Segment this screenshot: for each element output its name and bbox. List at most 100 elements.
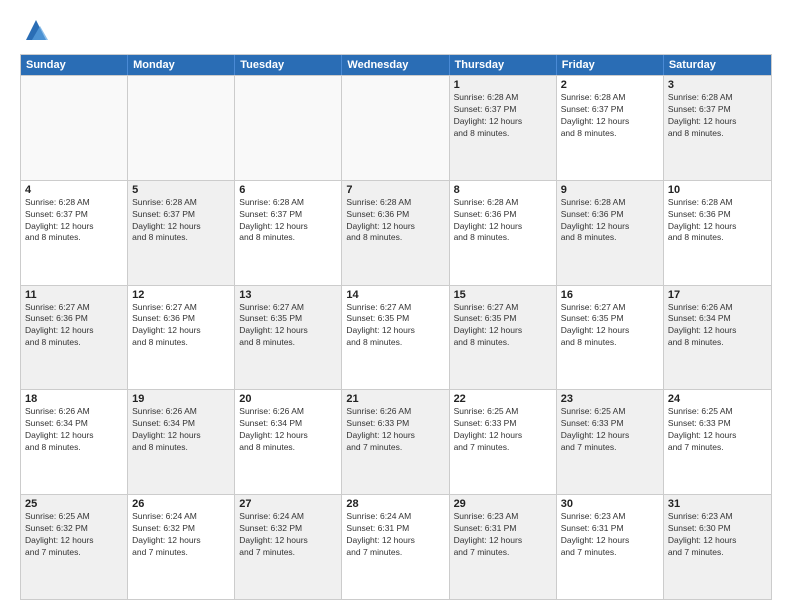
day-info-23: Sunrise: 6:25 AMSunset: 6:33 PMDaylight:… [561,406,659,454]
day-info-1: Sunrise: 6:28 AMSunset: 6:37 PMDaylight:… [454,92,552,140]
day-info-12: Sunrise: 6:27 AMSunset: 6:36 PMDaylight:… [132,302,230,350]
day-number-7: 7 [346,184,444,196]
day-cell-2: 2Sunrise: 6:28 AMSunset: 6:37 PMDaylight… [557,76,664,180]
day-number-29: 29 [454,498,552,510]
day-info-22: Sunrise: 6:25 AMSunset: 6:33 PMDaylight:… [454,406,552,454]
day-cell-9: 9Sunrise: 6:28 AMSunset: 6:36 PMDaylight… [557,181,664,285]
day-number-21: 21 [346,393,444,405]
logo-text [20,16,50,44]
day-info-16: Sunrise: 6:27 AMSunset: 6:35 PMDaylight:… [561,302,659,350]
header-thursday: Thursday [450,55,557,75]
day-number-8: 8 [454,184,552,196]
day-info-10: Sunrise: 6:28 AMSunset: 6:36 PMDaylight:… [668,197,767,245]
day-cell-27: 27Sunrise: 6:24 AMSunset: 6:32 PMDayligh… [235,495,342,599]
header-tuesday: Tuesday [235,55,342,75]
day-info-31: Sunrise: 6:23 AMSunset: 6:30 PMDaylight:… [668,511,767,559]
day-number-31: 31 [668,498,767,510]
day-cell-10: 10Sunrise: 6:28 AMSunset: 6:36 PMDayligh… [664,181,771,285]
day-cell-13: 13Sunrise: 6:27 AMSunset: 6:35 PMDayligh… [235,286,342,390]
calendar: Sunday Monday Tuesday Wednesday Thursday… [20,54,772,600]
week-row-3: 11Sunrise: 6:27 AMSunset: 6:36 PMDayligh… [21,285,771,390]
day-info-26: Sunrise: 6:24 AMSunset: 6:32 PMDaylight:… [132,511,230,559]
day-info-27: Sunrise: 6:24 AMSunset: 6:32 PMDaylight:… [239,511,337,559]
empty-cell [342,76,449,180]
day-info-21: Sunrise: 6:26 AMSunset: 6:33 PMDaylight:… [346,406,444,454]
header-saturday: Saturday [664,55,771,75]
day-cell-5: 5Sunrise: 6:28 AMSunset: 6:37 PMDaylight… [128,181,235,285]
day-info-30: Sunrise: 6:23 AMSunset: 6:31 PMDaylight:… [561,511,659,559]
day-number-14: 14 [346,289,444,301]
day-cell-12: 12Sunrise: 6:27 AMSunset: 6:36 PMDayligh… [128,286,235,390]
day-cell-4: 4Sunrise: 6:28 AMSunset: 6:37 PMDaylight… [21,181,128,285]
day-cell-1: 1Sunrise: 6:28 AMSunset: 6:37 PMDaylight… [450,76,557,180]
day-info-18: Sunrise: 6:26 AMSunset: 6:34 PMDaylight:… [25,406,123,454]
day-info-19: Sunrise: 6:26 AMSunset: 6:34 PMDaylight:… [132,406,230,454]
day-info-13: Sunrise: 6:27 AMSunset: 6:35 PMDaylight:… [239,302,337,350]
day-number-19: 19 [132,393,230,405]
day-info-6: Sunrise: 6:28 AMSunset: 6:37 PMDaylight:… [239,197,337,245]
day-number-23: 23 [561,393,659,405]
calendar-body: 1Sunrise: 6:28 AMSunset: 6:37 PMDaylight… [21,75,771,599]
day-cell-6: 6Sunrise: 6:28 AMSunset: 6:37 PMDaylight… [235,181,342,285]
day-cell-29: 29Sunrise: 6:23 AMSunset: 6:31 PMDayligh… [450,495,557,599]
day-number-13: 13 [239,289,337,301]
day-cell-31: 31Sunrise: 6:23 AMSunset: 6:30 PMDayligh… [664,495,771,599]
day-info-14: Sunrise: 6:27 AMSunset: 6:35 PMDaylight:… [346,302,444,350]
calendar-header: Sunday Monday Tuesday Wednesday Thursday… [21,55,771,75]
header [20,16,772,44]
day-info-11: Sunrise: 6:27 AMSunset: 6:36 PMDaylight:… [25,302,123,350]
day-cell-24: 24Sunrise: 6:25 AMSunset: 6:33 PMDayligh… [664,390,771,494]
day-info-24: Sunrise: 6:25 AMSunset: 6:33 PMDaylight:… [668,406,767,454]
day-number-30: 30 [561,498,659,510]
week-row-5: 25Sunrise: 6:25 AMSunset: 6:32 PMDayligh… [21,494,771,599]
day-number-16: 16 [561,289,659,301]
day-cell-25: 25Sunrise: 6:25 AMSunset: 6:32 PMDayligh… [21,495,128,599]
day-number-22: 22 [454,393,552,405]
week-row-4: 18Sunrise: 6:26 AMSunset: 6:34 PMDayligh… [21,389,771,494]
day-number-15: 15 [454,289,552,301]
day-number-28: 28 [346,498,444,510]
day-number-2: 2 [561,79,659,91]
day-cell-11: 11Sunrise: 6:27 AMSunset: 6:36 PMDayligh… [21,286,128,390]
day-number-25: 25 [25,498,123,510]
day-number-10: 10 [668,184,767,196]
week-row-1: 1Sunrise: 6:28 AMSunset: 6:37 PMDaylight… [21,75,771,180]
day-number-4: 4 [25,184,123,196]
day-number-18: 18 [25,393,123,405]
day-number-1: 1 [454,79,552,91]
day-cell-7: 7Sunrise: 6:28 AMSunset: 6:36 PMDaylight… [342,181,449,285]
day-number-26: 26 [132,498,230,510]
header-friday: Friday [557,55,664,75]
header-wednesday: Wednesday [342,55,449,75]
day-cell-16: 16Sunrise: 6:27 AMSunset: 6:35 PMDayligh… [557,286,664,390]
day-cell-15: 15Sunrise: 6:27 AMSunset: 6:35 PMDayligh… [450,286,557,390]
day-cell-14: 14Sunrise: 6:27 AMSunset: 6:35 PMDayligh… [342,286,449,390]
logo-icon [22,16,50,44]
day-info-25: Sunrise: 6:25 AMSunset: 6:32 PMDaylight:… [25,511,123,559]
day-number-3: 3 [668,79,767,91]
day-info-28: Sunrise: 6:24 AMSunset: 6:31 PMDaylight:… [346,511,444,559]
day-cell-30: 30Sunrise: 6:23 AMSunset: 6:31 PMDayligh… [557,495,664,599]
day-info-20: Sunrise: 6:26 AMSunset: 6:34 PMDaylight:… [239,406,337,454]
day-info-7: Sunrise: 6:28 AMSunset: 6:36 PMDaylight:… [346,197,444,245]
day-cell-17: 17Sunrise: 6:26 AMSunset: 6:34 PMDayligh… [664,286,771,390]
day-number-6: 6 [239,184,337,196]
logo [20,16,50,44]
day-number-5: 5 [132,184,230,196]
day-cell-18: 18Sunrise: 6:26 AMSunset: 6:34 PMDayligh… [21,390,128,494]
page: Sunday Monday Tuesday Wednesday Thursday… [0,0,792,612]
day-cell-8: 8Sunrise: 6:28 AMSunset: 6:36 PMDaylight… [450,181,557,285]
empty-cell [128,76,235,180]
day-info-17: Sunrise: 6:26 AMSunset: 6:34 PMDaylight:… [668,302,767,350]
header-monday: Monday [128,55,235,75]
day-number-17: 17 [668,289,767,301]
day-info-8: Sunrise: 6:28 AMSunset: 6:36 PMDaylight:… [454,197,552,245]
day-cell-26: 26Sunrise: 6:24 AMSunset: 6:32 PMDayligh… [128,495,235,599]
day-cell-3: 3Sunrise: 6:28 AMSunset: 6:37 PMDaylight… [664,76,771,180]
day-number-11: 11 [25,289,123,301]
day-info-3: Sunrise: 6:28 AMSunset: 6:37 PMDaylight:… [668,92,767,140]
day-info-5: Sunrise: 6:28 AMSunset: 6:37 PMDaylight:… [132,197,230,245]
day-cell-21: 21Sunrise: 6:26 AMSunset: 6:33 PMDayligh… [342,390,449,494]
header-sunday: Sunday [21,55,128,75]
empty-cell [21,76,128,180]
